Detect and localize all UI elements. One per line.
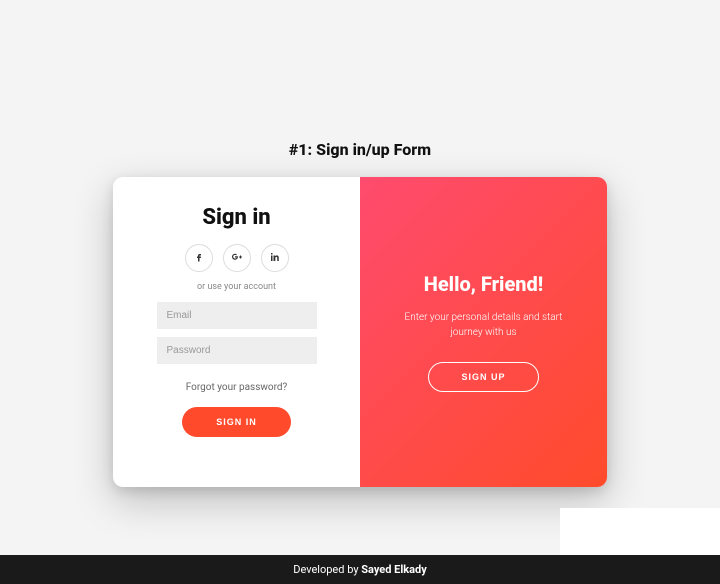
facebook-icon xyxy=(193,251,205,266)
google-plus-icon xyxy=(231,251,243,266)
forgot-password-link[interactable]: Forgot your password? xyxy=(186,382,288,393)
signin-title: Sign in xyxy=(202,205,270,230)
email-field[interactable] xyxy=(157,302,317,329)
linkedin-icon xyxy=(269,251,281,266)
overlay-title: Hello, Friend! xyxy=(424,272,544,296)
signin-panel: Sign in or use your account Forgot your xyxy=(113,177,360,487)
decorative-box xyxy=(560,508,720,560)
overlay-panel: Hello, Friend! Enter your personal detai… xyxy=(360,177,607,487)
footer-author: Sayed Elkady xyxy=(361,563,427,576)
google-plus-button[interactable] xyxy=(223,244,251,272)
overlay-text: Enter your personal details and start jo… xyxy=(388,310,579,340)
page-title: #1: Sign in/up Form xyxy=(0,0,720,177)
footer-prefix: Developed by xyxy=(293,563,361,576)
linkedin-button[interactable] xyxy=(261,244,289,272)
footer: Developed by Sayed Elkady xyxy=(0,555,720,584)
password-field[interactable] xyxy=(157,337,317,364)
auth-card: Sign in or use your account Forgot your xyxy=(113,177,607,487)
social-row xyxy=(185,244,289,272)
signin-button[interactable]: Sign In xyxy=(182,407,291,437)
signin-hint: or use your account xyxy=(197,282,276,292)
signup-button[interactable]: Sign Up xyxy=(428,362,538,392)
facebook-button[interactable] xyxy=(185,244,213,272)
